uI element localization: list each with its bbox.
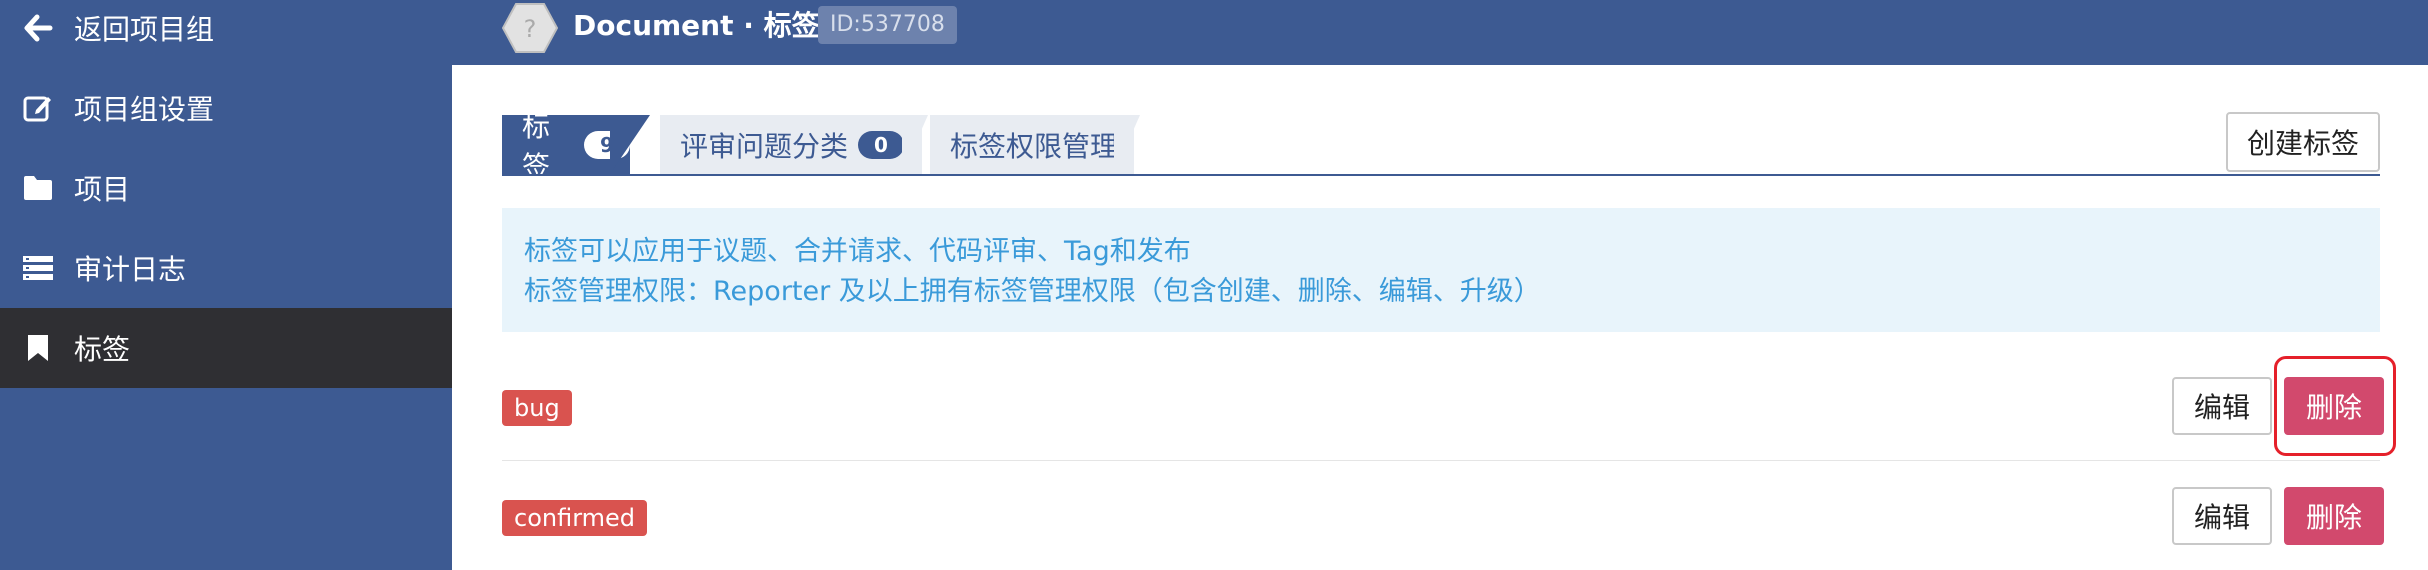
highlight-box <box>2274 356 2396 456</box>
project-id-badge: ID:537708 <box>818 6 957 44</box>
label-badge-confirmed[interactable]: confirmed <box>502 500 648 536</box>
svg-text:?: ? <box>524 15 537 43</box>
folder-icon <box>20 170 56 206</box>
sidebar-item-audit-log[interactable]: 审计日志 <box>0 228 452 308</box>
sidebar: 返回项目组 项目组设置 项目 审计日志 标签 <box>0 0 452 570</box>
tab-arrow-decoration <box>902 115 928 174</box>
tab-label: 评审问题分类 <box>680 129 849 163</box>
sidebar-item-back-to-group[interactable]: 返回项目组 <box>0 0 452 68</box>
edit-button[interactable]: 编辑 <box>2172 377 2272 435</box>
sidebar-item-label: 标签 <box>74 333 131 366</box>
sidebar-item-projects[interactable]: 项目 <box>0 148 452 228</box>
tab-label: 标签权限管理 <box>950 129 1119 163</box>
sidebar-item-labels[interactable]: 标签 <box>0 308 452 388</box>
tab-label-permissions[interactable]: 标签权限管理 <box>930 115 1134 174</box>
list-icon <box>20 250 56 286</box>
sidebar-item-label: 审计日志 <box>74 253 187 286</box>
label-badge-bug[interactable]: bug <box>502 390 572 426</box>
page-title: Document · 标签 <box>573 9 820 42</box>
tab-review-categories[interactable]: 评审问题分类 0 <box>660 115 922 174</box>
create-label-button[interactable]: 创建标签 <box>2226 112 2380 172</box>
info-line-1: 标签可以应用于议题、合并请求、代码评审、Tag和发布 <box>524 236 1191 267</box>
sidebar-item-label: 项目组设置 <box>74 93 215 126</box>
sidebar-item-label: 返回项目组 <box>74 13 215 46</box>
sidebar-item-label: 项目 <box>74 173 131 206</box>
tab-label: 标签 <box>522 109 551 183</box>
info-box: 标签可以应用于议题、合并请求、代码评审、Tag和发布 标签管理权限：Report… <box>502 208 2380 332</box>
count-badge: 0 <box>858 130 905 159</box>
arrow-left-icon <box>20 10 56 46</box>
edit-icon <box>20 90 56 126</box>
delete-button[interactable]: 删除 <box>2284 487 2384 545</box>
info-line-2: 标签管理权限：Reporter 及以上拥有标签管理权限（包含创建、删除、编辑、升… <box>524 276 1541 307</box>
edit-button[interactable]: 编辑 <box>2172 487 2272 545</box>
tab-underline <box>502 174 2380 176</box>
row-divider <box>502 460 2380 461</box>
tab-arrow-decoration <box>610 115 650 174</box>
bookmark-icon <box>20 330 56 366</box>
project-avatar-icon: ? <box>501 2 559 58</box>
tab-arrow-decoration <box>1114 115 1140 174</box>
sidebar-item-group-settings[interactable]: 项目组设置 <box>0 68 452 148</box>
